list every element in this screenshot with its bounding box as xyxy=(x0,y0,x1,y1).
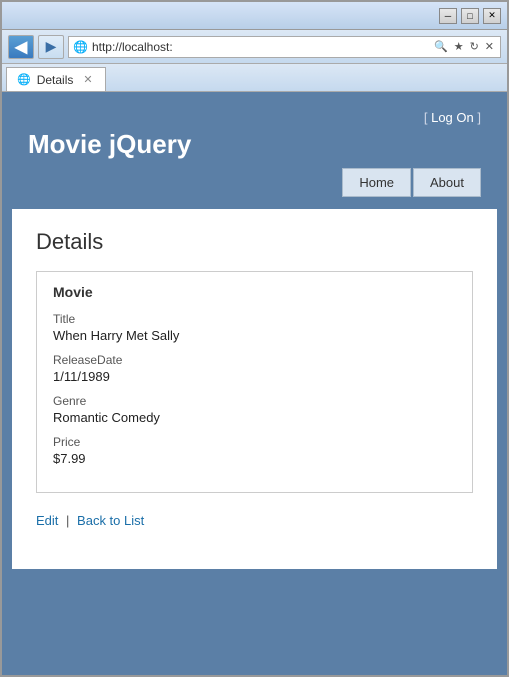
tab-close-icon[interactable]: ✕ xyxy=(83,73,92,86)
app-header: [ Log On ] Movie jQuery Home About xyxy=(12,102,497,197)
close-button[interactable]: ✕ xyxy=(483,8,501,24)
minimize-button[interactable]: ─ xyxy=(439,8,457,24)
detail-field-releasedate: ReleaseDate 1/11/1989 xyxy=(53,353,456,384)
address-icon: 🌐 xyxy=(73,40,88,54)
browser-window: ─ □ ✕ ◀ ▶ 🌐 http://localhost: 🔍 ★ ↻ ✕ xyxy=(0,0,509,677)
login-suffix: ] xyxy=(477,110,481,125)
addr-refresh-icon[interactable]: ↻ xyxy=(468,40,481,53)
detail-value-genre: Romantic Comedy xyxy=(53,410,456,425)
detail-label-releasedate: ReleaseDate xyxy=(53,353,456,367)
detail-value-price: $7.99 xyxy=(53,451,456,466)
login-link[interactable]: Log On xyxy=(431,110,474,125)
tab-label: Details xyxy=(37,73,74,87)
address-text: http://localhost: xyxy=(92,40,428,54)
page-content: [ Log On ] Movie jQuery Home About Detai… xyxy=(2,92,507,675)
tab-bar: 🌐 Details ✕ xyxy=(2,64,507,92)
link-separator: | xyxy=(66,513,69,528)
nav-menu: Home About xyxy=(28,168,481,197)
detail-label-genre: Genre xyxy=(53,394,456,408)
browser-tab[interactable]: 🌐 Details ✕ xyxy=(6,67,106,91)
content-card: Details Movie Title When Harry Met Sally… xyxy=(12,209,497,569)
footer-links: Edit | Back to List xyxy=(36,513,473,528)
detail-label-price: Price xyxy=(53,435,456,449)
detail-label-title: Title xyxy=(53,312,456,326)
detail-field-genre: Genre Romantic Comedy xyxy=(53,394,456,425)
login-prefix: [ xyxy=(424,110,431,125)
tab-icon: 🌐 xyxy=(17,73,31,86)
back-button[interactable]: ◀ xyxy=(8,35,34,59)
address-actions: 🔍 ★ ↻ ✕ xyxy=(432,40,496,53)
nav-item-about[interactable]: About xyxy=(413,168,481,197)
nav-item-home[interactable]: Home xyxy=(342,168,411,197)
title-bar-buttons: ─ □ ✕ xyxy=(439,8,501,24)
edit-link[interactable]: Edit xyxy=(36,513,58,528)
addr-stop-icon[interactable]: ✕ xyxy=(483,40,496,53)
addr-search-icon[interactable]: 🔍 xyxy=(432,40,450,53)
addr-star-icon[interactable]: ★ xyxy=(452,40,466,53)
detail-box-title: Movie xyxy=(53,284,456,300)
detail-value-releasedate: 1/11/1989 xyxy=(53,369,456,384)
detail-value-title: When Harry Met Sally xyxy=(53,328,456,343)
title-bar: ─ □ ✕ xyxy=(2,2,507,30)
address-bar: ◀ ▶ 🌐 http://localhost: 🔍 ★ ↻ ✕ xyxy=(2,30,507,64)
detail-box: Movie Title When Harry Met Sally Release… xyxy=(36,271,473,493)
detail-field-price: Price $7.99 xyxy=(53,435,456,466)
detail-field-title: Title When Harry Met Sally xyxy=(53,312,456,343)
site-title: Movie jQuery xyxy=(28,129,481,160)
address-field[interactable]: 🌐 http://localhost: 🔍 ★ ↻ ✕ xyxy=(68,36,501,58)
back-to-list-link[interactable]: Back to List xyxy=(77,513,144,528)
forward-button[interactable]: ▶ xyxy=(38,35,64,59)
app-container: [ Log On ] Movie jQuery Home About Detai… xyxy=(12,102,497,665)
page-heading: Details xyxy=(36,229,473,255)
login-bar: [ Log On ] xyxy=(28,110,481,125)
maximize-button[interactable]: □ xyxy=(461,8,479,24)
